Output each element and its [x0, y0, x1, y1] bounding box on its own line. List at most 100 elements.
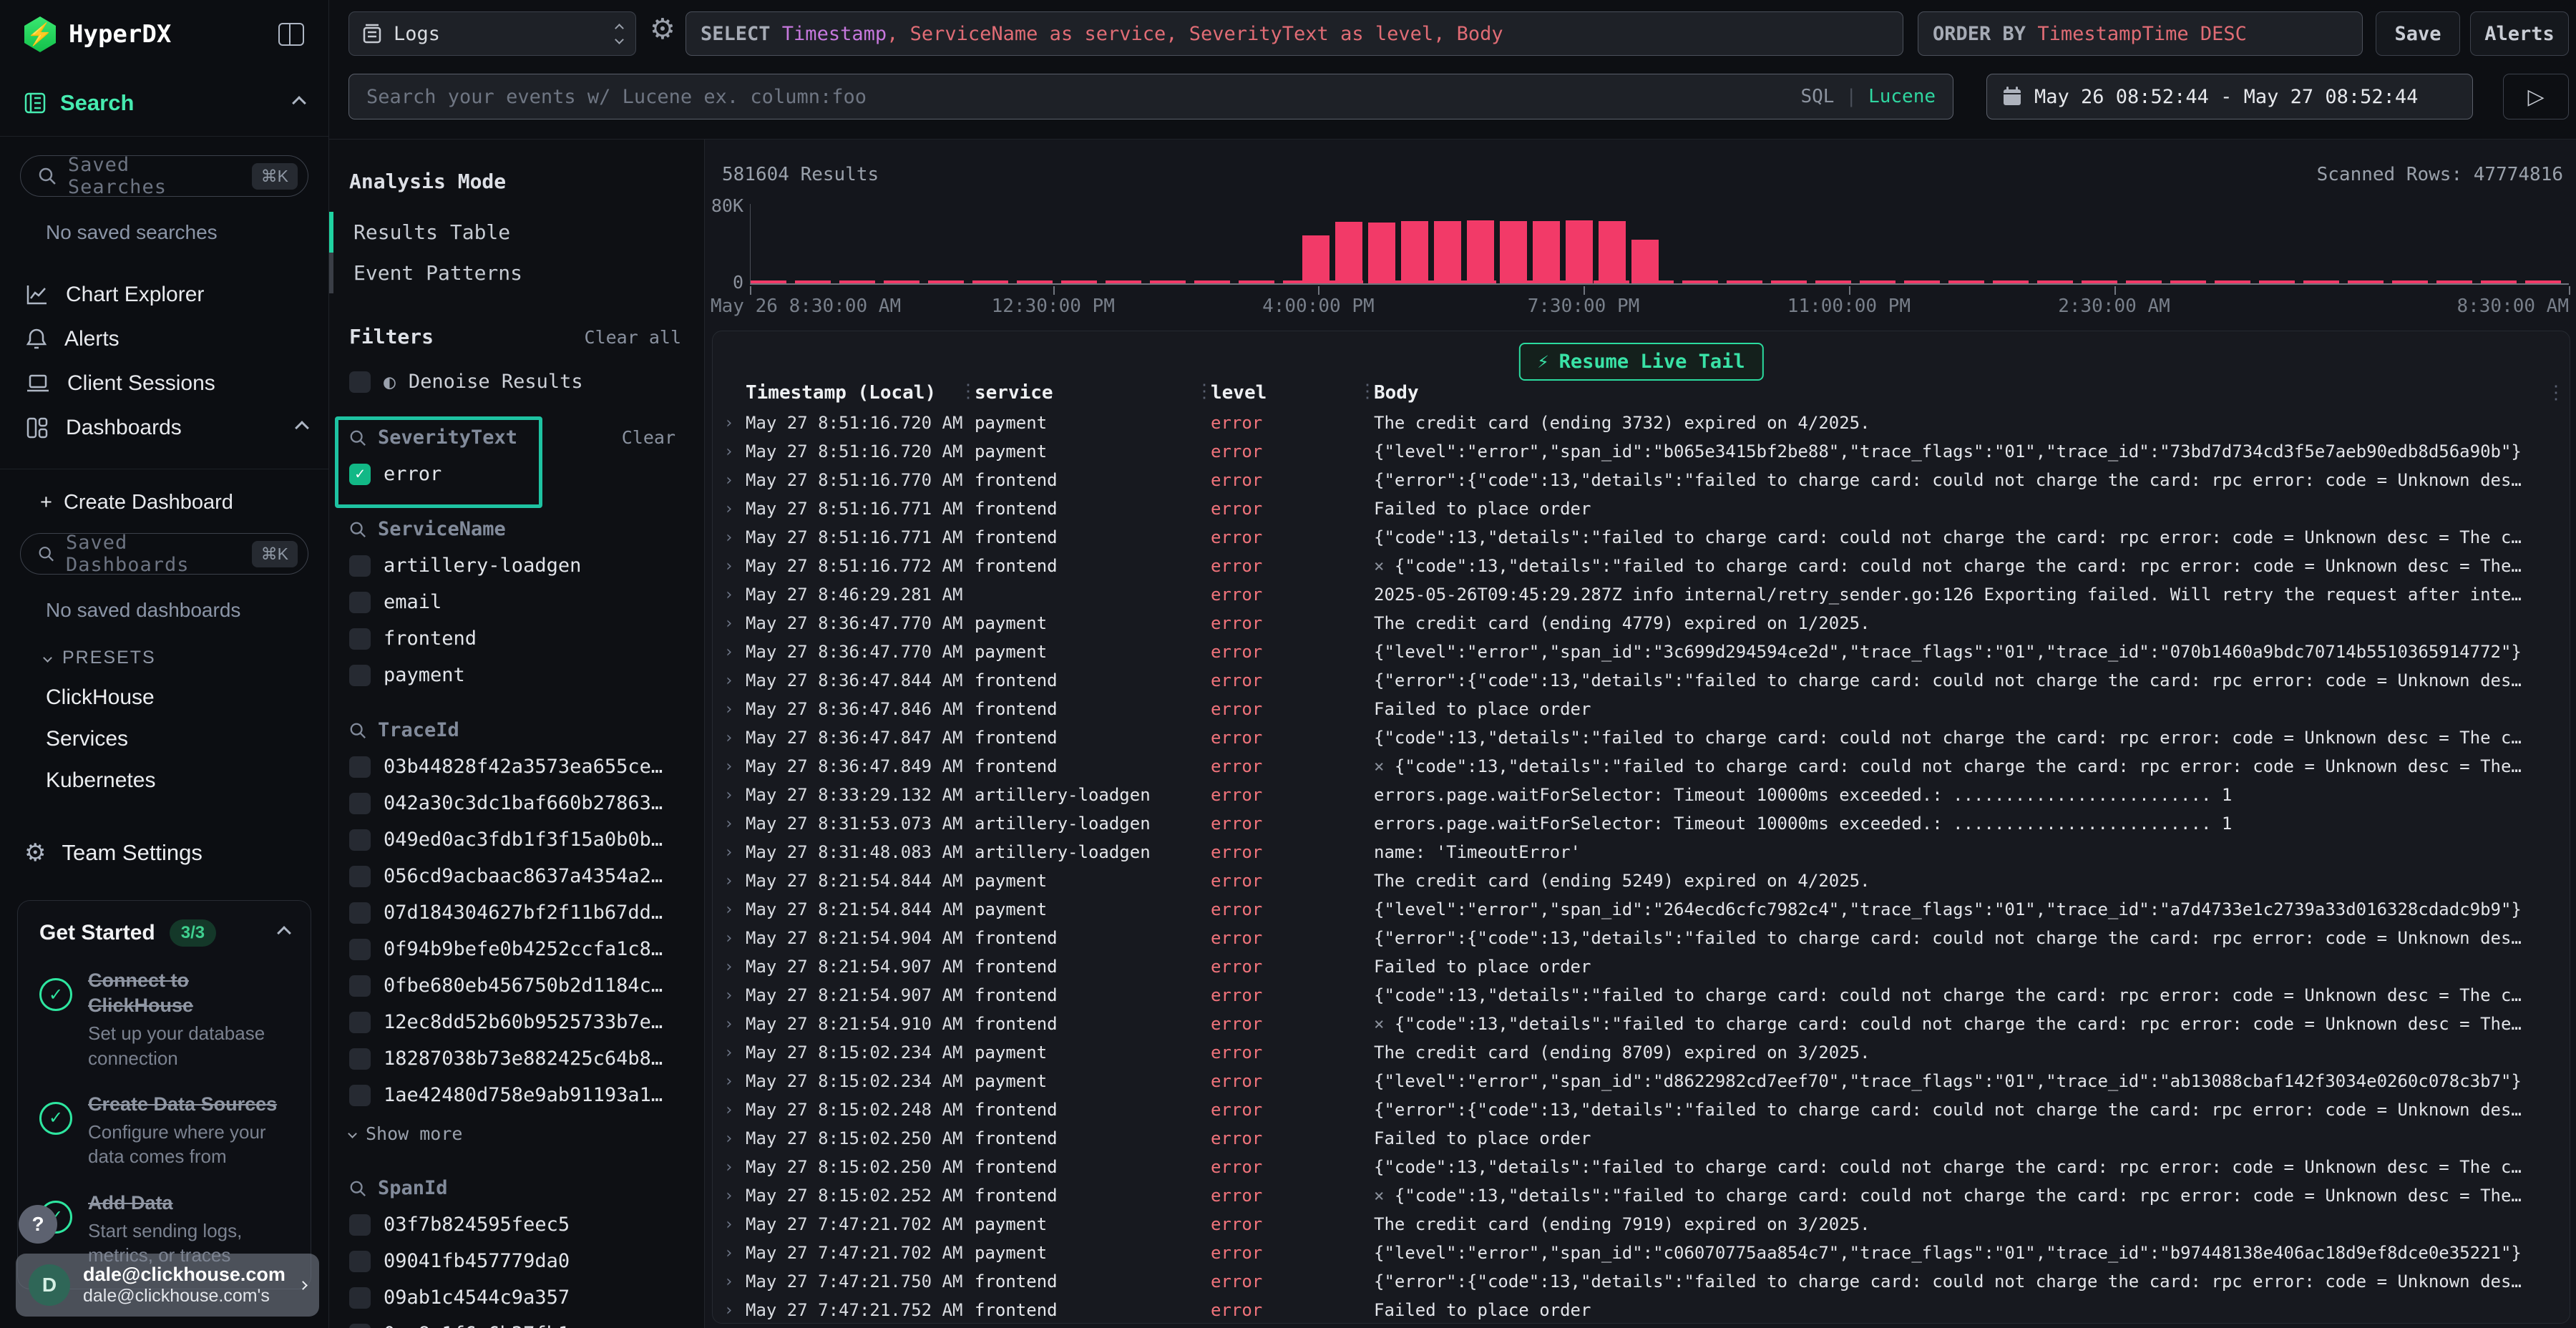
row-expand-icon[interactable]: ›: [720, 844, 746, 861]
table-row[interactable]: ›May 27 8:21:54.904 AMfrontenderror{"err…: [720, 924, 2565, 952]
table-row[interactable]: ›May 27 7:47:21.752 AMfrontenderrorFaile…: [720, 1296, 2565, 1323]
histogram-chart[interactable]: 80K0: [750, 204, 2569, 285]
time-range-picker[interactable]: May 26 08:52:44 - May 27 08:52:44: [1986, 74, 2473, 119]
user-menu[interactable]: D dale@clickhouse.com dale@clickhouse.co…: [16, 1254, 319, 1317]
table-row[interactable]: ›May 27 8:36:47.770 AMpaymenterrorThe cr…: [720, 609, 2565, 638]
filter-value-row[interactable]: 042a30c3dc1baf660b27863…: [349, 792, 704, 814]
table-row[interactable]: ›May 27 8:21:54.844 AMpaymenterror{"leve…: [720, 895, 2565, 924]
column-header-level[interactable]: level: [1211, 382, 1374, 404]
lucene-toggle[interactable]: Lucene: [1868, 86, 1936, 107]
chevron-up-icon[interactable]: [277, 926, 291, 940]
filter-checkbox[interactable]: ✓: [349, 464, 371, 485]
sidebar-item-search[interactable]: Search: [0, 69, 328, 136]
clear-all-filters-link[interactable]: Clear all: [585, 327, 681, 348]
chevron-up-icon[interactable]: [292, 96, 306, 110]
table-row[interactable]: ›May 27 8:51:16.771 AMfrontenderrorFaile…: [720, 494, 2565, 523]
row-expand-icon[interactable]: ›: [720, 1273, 746, 1291]
sidebar-item-team-settings[interactable]: ⚙ Team Settings: [0, 793, 328, 867]
denoise-checkbox[interactable]: [349, 371, 371, 393]
row-expand-icon[interactable]: ›: [720, 1130, 746, 1148]
table-row[interactable]: ›May 27 8:21:54.844 AMpaymenterrorThe cr…: [720, 866, 2565, 895]
filter-checkbox[interactable]: [349, 1012, 371, 1033]
preset-item-kubernetes[interactable]: Kubernetes: [0, 751, 328, 793]
filter-checkbox[interactable]: [349, 1214, 371, 1236]
filter-value-row[interactable]: 0fbe680eb456750b2d1184c…: [349, 975, 704, 997]
row-expand-icon[interactable]: ›: [720, 758, 746, 776]
filter-value-row[interactable]: 03b44828f42a3573ea655ce…: [349, 756, 704, 778]
row-expand-icon[interactable]: ›: [720, 586, 746, 604]
analysis-mode-results-table[interactable]: Results Table: [329, 212, 704, 253]
filter-value-row[interactable]: 12ec8dd52b60b9525733b7e…: [349, 1011, 704, 1033]
analysis-mode-event-patterns[interactable]: Event Patterns: [329, 253, 704, 293]
filter-value-row[interactable]: 07d184304627bf2f11b67dd…: [349, 902, 704, 924]
filter-value-row[interactable]: 09041fb457779da0: [349, 1250, 704, 1272]
row-expand-icon[interactable]: ›: [720, 872, 746, 890]
sidebar-item-chart-explorer[interactable]: Chart Explorer: [0, 273, 328, 317]
table-row[interactable]: ›May 27 8:51:16.720 AMpaymenterrorThe cr…: [720, 409, 2565, 437]
filter-checkbox[interactable]: [349, 555, 371, 577]
table-row[interactable]: ›May 27 8:21:54.907 AMfrontenderror{"cod…: [720, 981, 2565, 1010]
row-expand-icon[interactable]: ›: [720, 1101, 746, 1119]
preset-item-services[interactable]: Services: [0, 710, 328, 751]
table-row[interactable]: ›May 27 8:36:47.770 AMpaymenterror{"leve…: [720, 638, 2565, 666]
filter-checkbox[interactable]: [349, 756, 371, 778]
table-row[interactable]: ›May 27 8:33:29.132 AMartillery-loadgene…: [720, 781, 2565, 809]
row-expand-icon[interactable]: ›: [720, 500, 746, 518]
alerts-button[interactable]: Alerts: [2470, 11, 2569, 56]
row-expand-icon[interactable]: ›: [720, 729, 746, 747]
filter-clear-link[interactable]: Clear: [622, 427, 675, 448]
query-language-toggle[interactable]: SQL | Lucene: [1800, 86, 1936, 107]
row-expand-icon[interactable]: ›: [720, 901, 746, 919]
row-expand-icon[interactable]: ›: [720, 700, 746, 718]
run-query-button[interactable]: ▷: [2503, 74, 2569, 119]
table-row[interactable]: ›May 27 8:15:02.252 AMfrontenderror× {"c…: [720, 1181, 2565, 1210]
row-expand-icon[interactable]: ›: [720, 615, 746, 633]
presets-toggle[interactable]: PRESETS: [0, 622, 328, 668]
sidebar-item-dashboards[interactable]: Dashboards: [0, 406, 328, 450]
row-expand-icon[interactable]: ›: [720, 1302, 746, 1319]
saved-searches-input[interactable]: Saved Searches ⌘K: [20, 155, 308, 197]
filter-value-row[interactable]: 056cd9acbaac8637a4354a2…: [349, 865, 704, 887]
lucene-search-input[interactable]: Search your events w/ Lucene ex. column:…: [348, 74, 1953, 119]
denoise-results-toggle[interactable]: ◐ Denoise Results: [349, 370, 704, 394]
table-row[interactable]: ›May 27 7:47:21.702 AMpaymenterrorThe cr…: [720, 1210, 2565, 1239]
row-expand-icon[interactable]: ›: [720, 643, 746, 661]
table-row[interactable]: ›May 27 8:31:53.073 AMartillery-loadgene…: [720, 809, 2565, 838]
sidebar-collapse-icon[interactable]: [278, 23, 304, 46]
filter-value-row[interactable]: ✓error: [349, 463, 704, 485]
row-expand-icon[interactable]: ›: [720, 1158, 746, 1176]
row-expand-icon[interactable]: ›: [720, 958, 746, 976]
order-by-input[interactable]: ORDER BY TimestampTime DESC: [1918, 11, 2363, 56]
row-expand-icon[interactable]: ›: [720, 786, 746, 804]
filter-value-row[interactable]: frontend: [349, 628, 704, 650]
row-expand-icon[interactable]: ›: [720, 815, 746, 833]
table-row[interactable]: ›May 27 8:46:29.281 AMerror2025-05-26T09…: [720, 580, 2565, 609]
sql-toggle[interactable]: SQL: [1800, 86, 1834, 107]
filter-checkbox[interactable]: [349, 975, 371, 997]
row-expand-icon[interactable]: ›: [720, 1015, 746, 1033]
resume-live-tail-button[interactable]: ⚡ Resume Live Tail: [1518, 343, 1763, 381]
row-expand-icon[interactable]: ›: [720, 529, 746, 547]
help-button[interactable]: ?: [19, 1205, 57, 1244]
show-more-link[interactable]: Show more: [349, 1123, 704, 1144]
table-row[interactable]: ›May 27 8:51:16.720 AMpaymenterror{"leve…: [720, 437, 2565, 466]
table-row[interactable]: ›May 27 7:47:21.750 AMfrontenderror{"err…: [720, 1267, 2565, 1296]
table-row[interactable]: ›May 27 7:47:21.702 AMpaymenterror{"leve…: [720, 1239, 2565, 1267]
filter-value-row[interactable]: 0f94b9befe0b4252ccfa1c8…: [349, 938, 704, 960]
table-row[interactable]: ›May 27 8:51:16.770 AMfrontenderror{"err…: [720, 466, 2565, 494]
source-select[interactable]: Logs: [348, 11, 636, 56]
table-row[interactable]: ›May 27 8:15:02.234 AMpaymenterror{"leve…: [720, 1067, 2565, 1095]
filter-checkbox[interactable]: [349, 829, 371, 851]
row-expand-icon[interactable]: ›: [720, 1044, 746, 1062]
preset-item-clickhouse[interactable]: ClickHouse: [0, 668, 328, 710]
row-expand-icon[interactable]: ›: [720, 557, 746, 575]
filter-checkbox[interactable]: [349, 665, 371, 686]
table-row[interactable]: ›May 27 8:15:02.250 AMfrontenderrorFaile…: [720, 1124, 2565, 1153]
sidebar-item-client-sessions[interactable]: Client Sessions: [0, 361, 328, 406]
filter-value-row[interactable]: 0ae8e1f6c6b37fb1: [349, 1323, 704, 1328]
filter-value-row[interactable]: email: [349, 591, 704, 613]
row-expand-icon[interactable]: ›: [720, 414, 746, 432]
table-row[interactable]: ›May 27 8:21:54.907 AMfrontenderrorFaile…: [720, 952, 2565, 981]
filter-value-row[interactable]: payment: [349, 664, 704, 686]
column-header-service[interactable]: service: [975, 382, 1211, 404]
